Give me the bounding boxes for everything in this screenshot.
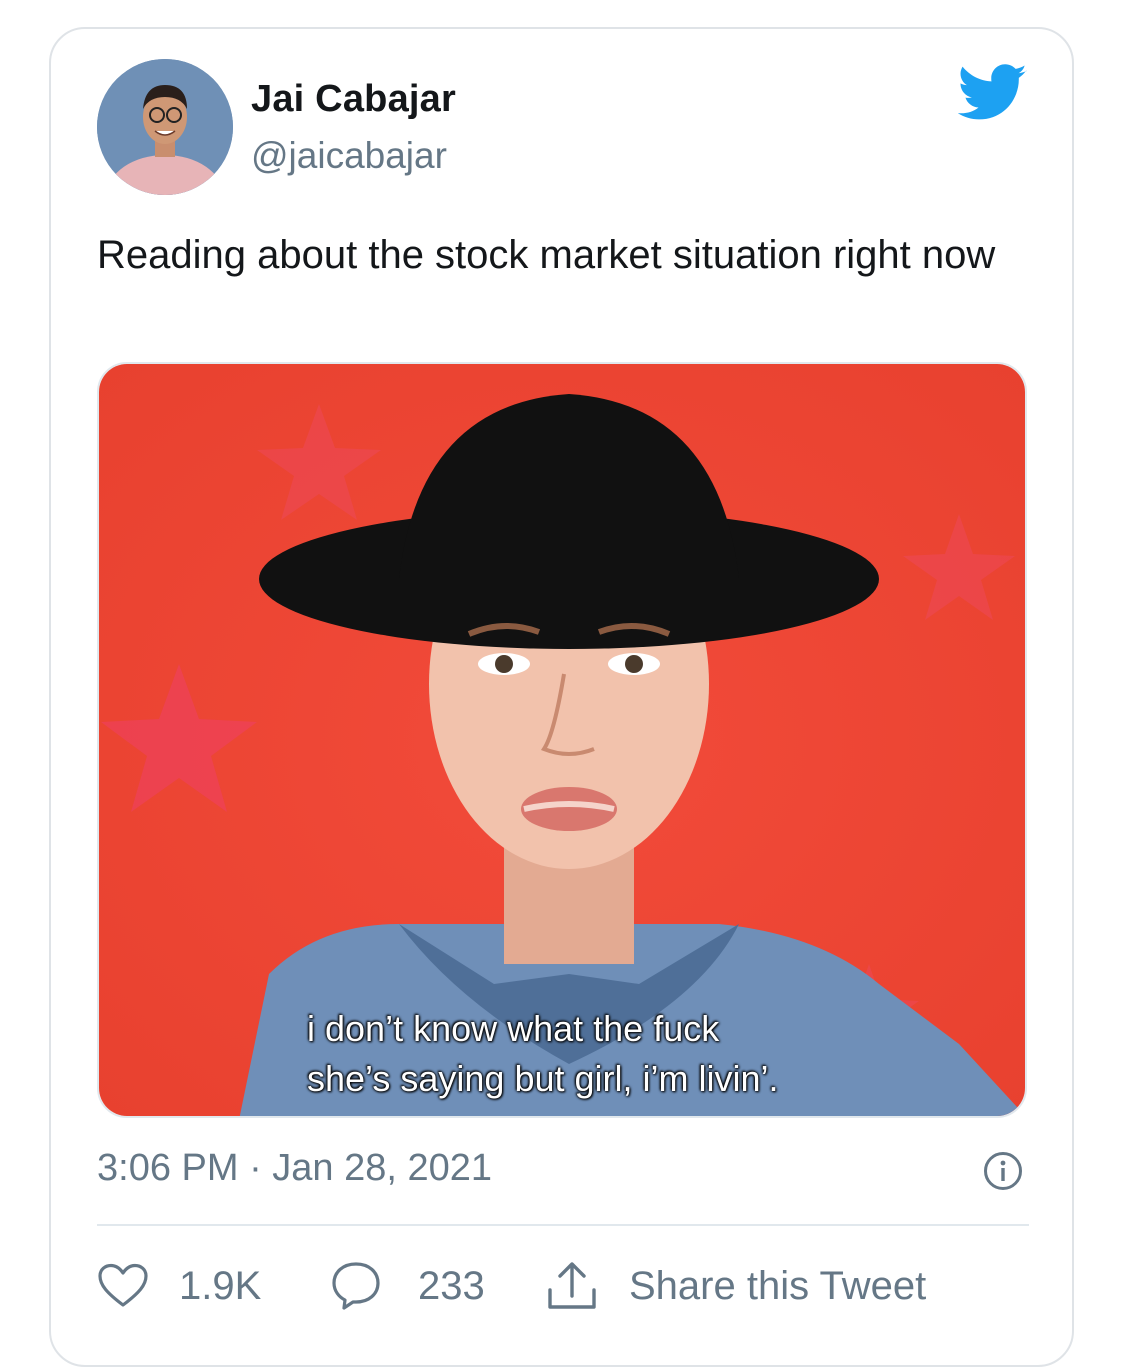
avatar[interactable] [97, 59, 233, 195]
display-name[interactable]: Jai Cabajar [251, 78, 456, 121]
info-icon[interactable] [983, 1151, 1023, 1191]
reply-count: 233 [418, 1263, 485, 1308]
tweet-media[interactable]: i don’t know what the fuck she’s saying … [97, 362, 1027, 1118]
like-button[interactable]: 1.9K [97, 1262, 261, 1310]
heart-icon [98, 1263, 148, 1307]
twitter-bird-icon[interactable] [957, 64, 1028, 122]
share-label: Share this Tweet [629, 1263, 927, 1308]
share-button[interactable]: Share this Tweet [545, 1262, 926, 1310]
media-caption: i don’t know what the fuck she’s saying … [307, 1008, 779, 1099]
share-upload-icon [548, 1262, 596, 1309]
speech-bubble-icon [332, 1262, 380, 1310]
divider [97, 1224, 1029, 1226]
reply-button[interactable]: 233 [330, 1262, 485, 1310]
user-handle[interactable]: @jaicabajar [251, 135, 447, 177]
tweet-timestamp[interactable]: 3:06 PM · Jan 28, 2021 [97, 1147, 492, 1190]
tweet-text: Reading about the stock market situation… [97, 233, 996, 277]
like-count: 1.9K [179, 1263, 262, 1308]
